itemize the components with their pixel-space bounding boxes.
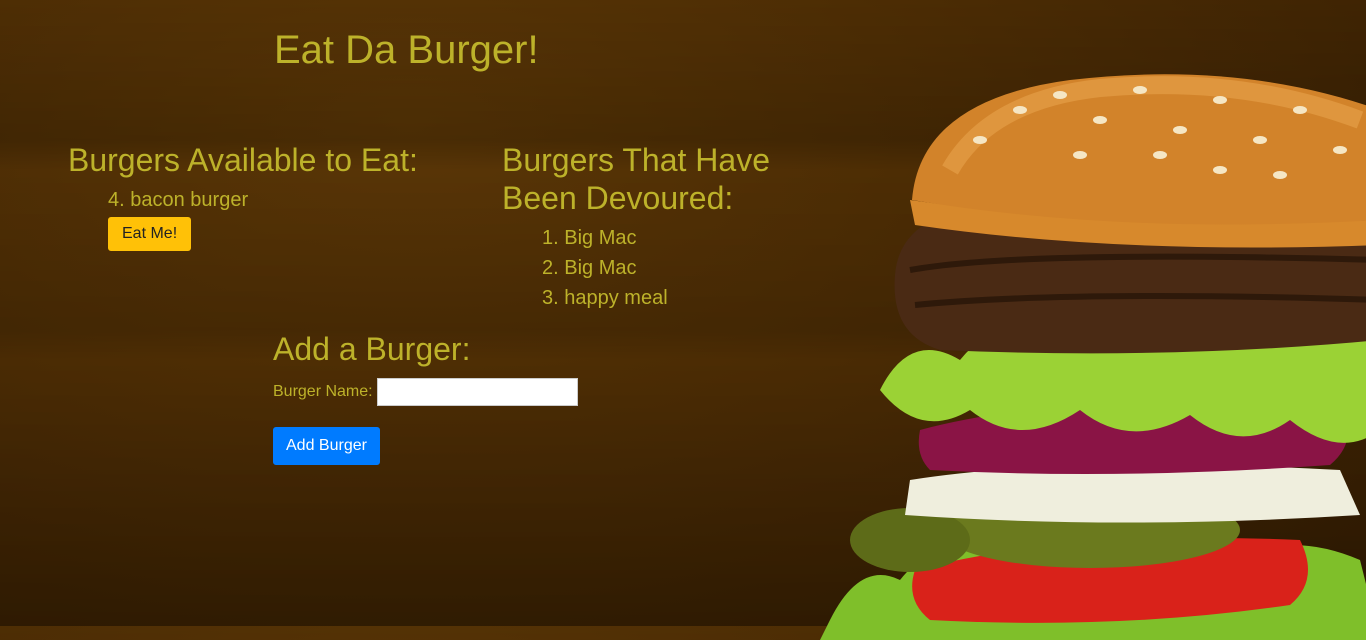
burger-name-input[interactable]: [376, 378, 578, 406]
burger-name-row: Burger Name:: [273, 378, 578, 406]
available-section: Burgers Available to Eat: 4. bacon burge…: [68, 141, 448, 251]
burger-background-image: [820, 74, 1366, 640]
add-burger-form: Add a Burger: Burger Name: Add Burger: [273, 330, 578, 465]
add-burger-title: Add a Burger:: [273, 331, 471, 367]
page-title: Eat Da Burger!: [274, 28, 539, 72]
list-item: 2. Big Mac: [542, 257, 637, 279]
devoured-title: Burgers That Have Been Devoured:: [502, 142, 770, 216]
burger-name-label: Burger Name:: [273, 383, 373, 400]
list-item: 4. bacon burger Eat Me!: [108, 185, 448, 251]
burger-label: 4. bacon burger: [108, 189, 249, 211]
devoured-list: 1. Big Mac 2. Big Mac 3. happy meal: [502, 223, 822, 313]
available-list: 4. bacon burger Eat Me!: [68, 185, 448, 251]
available-title: Burgers Available to Eat:: [68, 142, 418, 178]
devoured-section: Burgers That Have Been Devoured: 1. Big …: [502, 141, 822, 313]
eat-me-button[interactable]: Eat Me!: [108, 217, 192, 251]
list-item: 3. happy meal: [542, 287, 668, 309]
list-item: 1. Big Mac: [542, 227, 637, 249]
add-burger-button[interactable]: Add Burger: [273, 427, 380, 465]
